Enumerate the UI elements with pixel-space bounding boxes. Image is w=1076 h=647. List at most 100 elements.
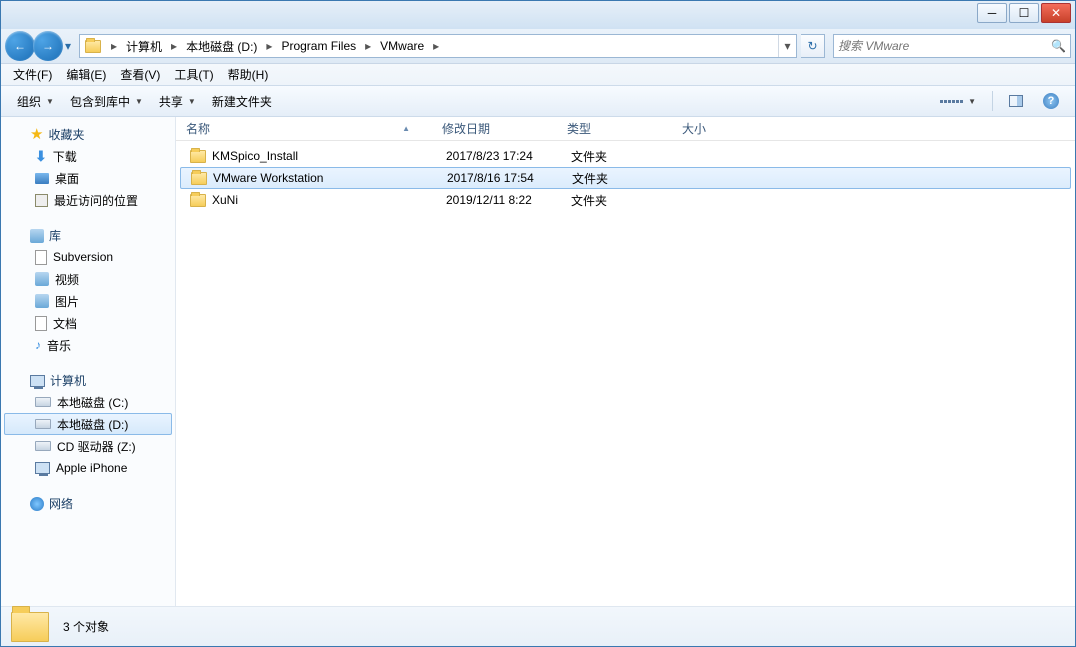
menu-tools[interactable]: 工具(T) [168, 64, 219, 85]
menu-help[interactable]: 帮助(H) [222, 64, 275, 85]
video-icon [35, 272, 49, 286]
rows-container: KMSpico_Install 2017/8/23 17:24 文件夹 VMwa… [176, 141, 1075, 606]
cd-drive-icon [35, 441, 51, 451]
nav-buttons: ← → ▾ [5, 31, 75, 61]
sidebar-item-desktop[interactable]: 桌面 [1, 167, 175, 189]
drive-icon [35, 419, 51, 429]
search-icon[interactable]: 🔍 [1051, 39, 1066, 53]
computer-icon [30, 375, 45, 387]
nav-row: ← → ▾ ▸ 计算机 ▸ 本地磁盘 (D:) ▸ Program Files … [1, 29, 1075, 63]
network-icon [30, 497, 44, 511]
sidebar-item-documents[interactable]: 文档 [1, 312, 175, 334]
include-in-library-button[interactable]: 包含到库中▼ [62, 89, 151, 114]
recent-icon [35, 194, 48, 207]
arrow-right-icon: → [42, 39, 54, 53]
sidebar-item-recent[interactable]: 最近访问的位置 [1, 189, 175, 211]
chevron-right-icon[interactable]: ▸ [360, 35, 376, 57]
new-folder-button[interactable]: 新建文件夹 [204, 89, 280, 114]
sidebar-header-favorites[interactable]: ★收藏夹 [1, 123, 175, 145]
refresh-button[interactable]: ↻ [801, 34, 825, 58]
title-bar: ─ ☐ ✕ [1, 1, 1075, 29]
folder-icon [11, 612, 49, 642]
forward-button[interactable]: → [33, 31, 63, 61]
device-icon [35, 462, 50, 474]
sidebar-item-downloads[interactable]: ⬇下载 [1, 145, 175, 167]
toolbar: 组织▼ 包含到库中▼ 共享▼ 新建文件夹 ▼ ? [1, 85, 1075, 117]
picture-icon [35, 294, 49, 308]
download-icon: ⬇ [35, 148, 47, 165]
desktop-icon [35, 173, 49, 184]
chevron-right-icon[interactable]: ▸ [166, 35, 182, 57]
column-size[interactable]: 大小 [676, 120, 756, 137]
chevron-down-icon: ▼ [188, 97, 196, 106]
column-date[interactable]: 修改日期 [436, 120, 561, 137]
body: ★收藏夹 ⬇下载 桌面 最近访问的位置 库 Subversion 视频 图片 文… [1, 117, 1075, 606]
maximize-button[interactable]: ☐ [1009, 3, 1039, 23]
minimize-button[interactable]: ─ [977, 3, 1007, 23]
column-headers: 名称▲ 修改日期 类型 大小 [176, 117, 1075, 141]
folder-icon [190, 194, 206, 207]
close-icon: ✕ [1051, 6, 1061, 20]
breadcrumb-program-files[interactable]: Program Files [277, 35, 360, 57]
chevron-right-icon[interactable]: ▸ [428, 35, 444, 57]
sidebar-item-drive-c[interactable]: 本地磁盘 (C:) [1, 391, 175, 413]
chevron-down-icon: ▼ [135, 97, 143, 106]
menu-view[interactable]: 查看(V) [114, 64, 166, 85]
column-type[interactable]: 类型 [561, 120, 676, 137]
document-icon [35, 250, 47, 265]
status-count: 3 个对象 [63, 618, 109, 635]
sidebar-item-videos[interactable]: 视频 [1, 268, 175, 290]
music-icon: ♪ [35, 338, 41, 352]
back-button[interactable]: ← [5, 31, 35, 61]
sidebar: ★收藏夹 ⬇下载 桌面 最近访问的位置 库 Subversion 视频 图片 文… [1, 117, 176, 606]
sidebar-group-computer: 计算机 本地磁盘 (C:) 本地磁盘 (D:) CD 驱动器 (Z:) Appl… [1, 370, 175, 479]
sidebar-header-libraries[interactable]: 库 [1, 225, 175, 246]
library-icon [30, 229, 44, 243]
sidebar-item-drive-d[interactable]: 本地磁盘 (D:) [4, 413, 172, 435]
sidebar-header-computer[interactable]: 计算机 [1, 370, 175, 391]
refresh-icon: ↻ [807, 39, 817, 53]
sidebar-item-iphone[interactable]: Apple iPhone [1, 457, 175, 479]
address-dropdown[interactable]: ▾ [778, 35, 796, 57]
sidebar-item-cd-drive[interactable]: CD 驱动器 (Z:) [1, 435, 175, 457]
explorer-window: ─ ☐ ✕ ← → ▾ ▸ 计算机 ▸ 本地磁盘 (D:) ▸ Program … [0, 0, 1076, 647]
address-bar[interactable]: ▸ 计算机 ▸ 本地磁盘 (D:) ▸ Program Files ▸ VMwa… [79, 34, 797, 58]
breadcrumb-drive-d[interactable]: 本地磁盘 (D:) [182, 35, 261, 57]
view-mode-button[interactable]: ▼ [932, 93, 984, 110]
preview-pane-icon [1009, 95, 1023, 107]
chevron-down-icon: ▼ [968, 97, 976, 106]
menu-edit[interactable]: 编辑(E) [60, 64, 112, 85]
chevron-right-icon[interactable]: ▸ [261, 35, 277, 57]
view-mode-icon [940, 100, 963, 103]
file-row[interactable]: VMware Workstation 2017/8/16 17:54 文件夹 [180, 167, 1071, 189]
help-icon: ? [1043, 93, 1059, 109]
file-row[interactable]: XuNi 2019/12/11 8:22 文件夹 [180, 189, 1071, 211]
file-row[interactable]: KMSpico_Install 2017/8/23 17:24 文件夹 [180, 145, 1071, 167]
sidebar-group-libraries: 库 Subversion 视频 图片 文档 ♪音乐 [1, 225, 175, 356]
chevron-down-icon: ▼ [46, 97, 54, 106]
chevron-right-icon[interactable]: ▸ [106, 35, 122, 57]
sidebar-item-subversion[interactable]: Subversion [1, 246, 175, 268]
file-list: 名称▲ 修改日期 类型 大小 KMSpico_Install 2017/8/23… [176, 117, 1075, 606]
arrow-left-icon: ← [14, 39, 26, 53]
breadcrumb-computer[interactable]: 计算机 [122, 35, 166, 57]
sort-asc-icon: ▲ [402, 124, 410, 133]
share-button[interactable]: 共享▼ [151, 89, 204, 114]
folder-icon [191, 172, 207, 185]
search-box[interactable]: 🔍 [833, 34, 1071, 58]
sidebar-item-music[interactable]: ♪音乐 [1, 334, 175, 356]
close-button[interactable]: ✕ [1041, 3, 1071, 23]
nav-history-dropdown[interactable]: ▾ [61, 31, 75, 61]
preview-pane-button[interactable] [1001, 91, 1031, 111]
search-input[interactable] [838, 39, 1051, 53]
help-button[interactable]: ? [1035, 89, 1067, 113]
column-name[interactable]: 名称▲ [176, 120, 436, 137]
menu-file[interactable]: 文件(F) [7, 64, 58, 85]
status-bar: 3 个对象 [1, 606, 1075, 646]
sidebar-group-favorites: ★收藏夹 ⬇下载 桌面 最近访问的位置 [1, 123, 175, 211]
breadcrumb-vmware[interactable]: VMware [376, 35, 428, 57]
organize-button[interactable]: 组织▼ [9, 89, 62, 114]
sidebar-item-pictures[interactable]: 图片 [1, 290, 175, 312]
document-icon [35, 316, 47, 331]
sidebar-header-network[interactable]: 网络 [1, 493, 175, 514]
